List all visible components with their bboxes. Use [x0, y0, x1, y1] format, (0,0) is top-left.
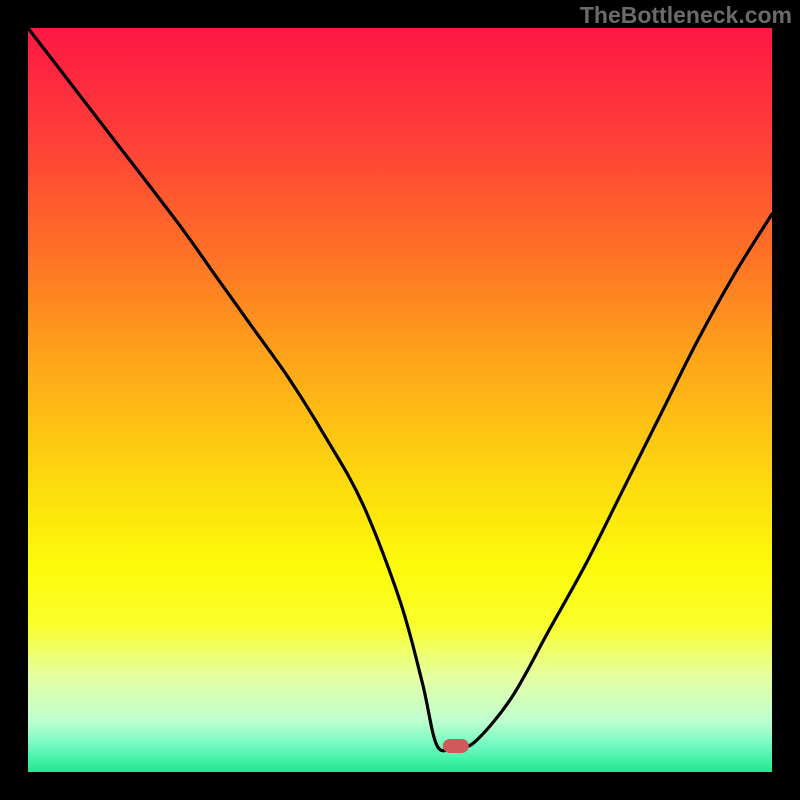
optimal-marker: [443, 739, 469, 753]
bottleneck-chart: [0, 0, 800, 800]
chart-container: TheBottleneck.com: [0, 0, 800, 800]
gradient-background: [28, 28, 772, 772]
watermark-text: TheBottleneck.com: [580, 2, 792, 29]
